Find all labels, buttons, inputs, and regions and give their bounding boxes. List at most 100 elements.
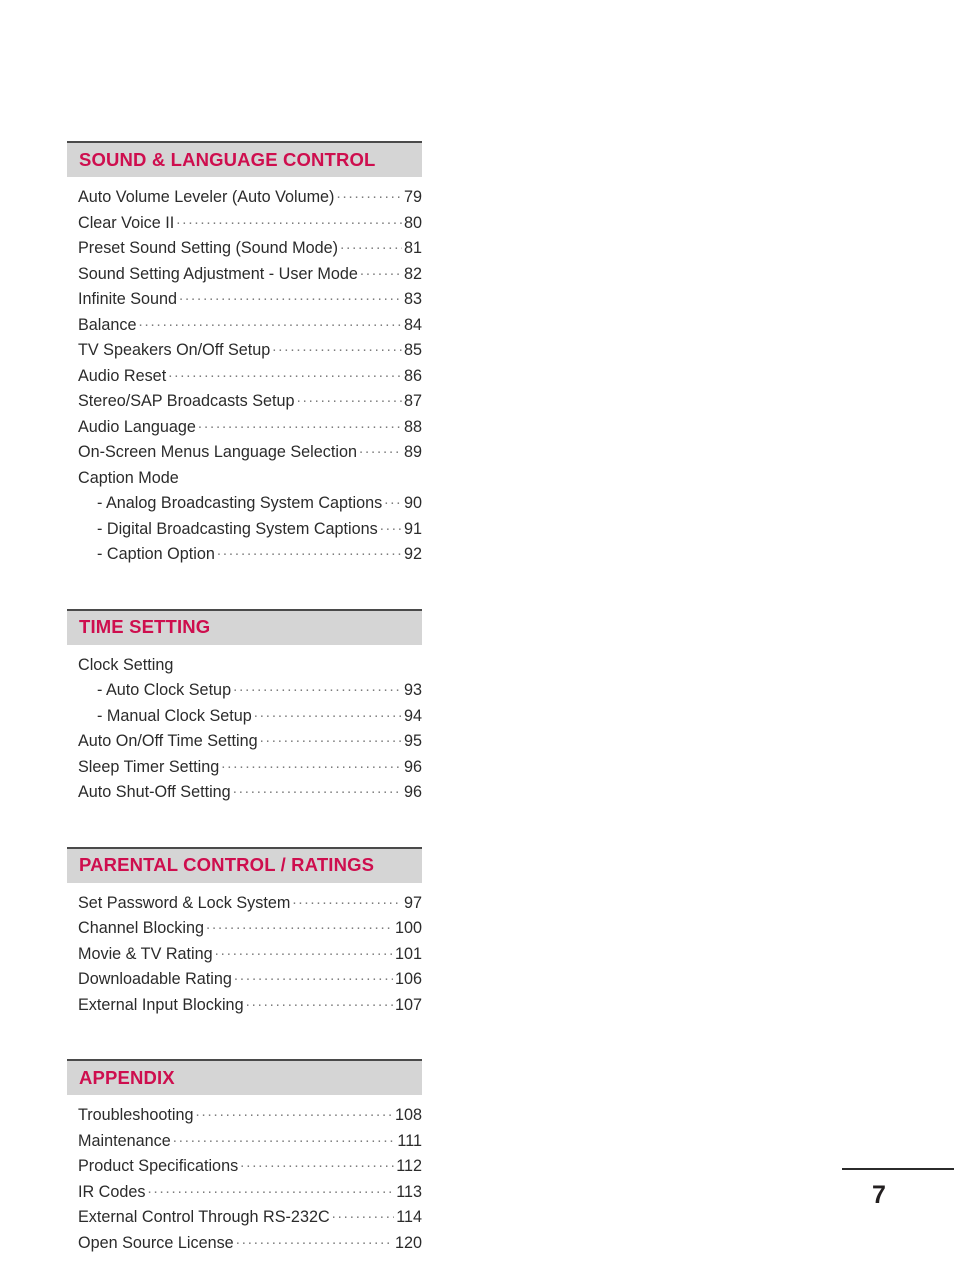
toc-entry-list: Troubleshooting 108 Maintenance 111 Product … (67, 1095, 422, 1257)
toc-entry[interactable]: Clock Setting (67, 654, 422, 680)
toc-dot-leader (179, 467, 422, 483)
toc-entry-page-number: 106 (394, 970, 422, 989)
toc-entry-label: IR Codes (78, 1182, 146, 1201)
toc-entry-label: Product Specifications (78, 1157, 239, 1176)
toc-entry-page-number: 112 (396, 1157, 422, 1176)
toc-entry[interactable]: Clear Voice II 80 (67, 212, 422, 238)
section-header: APPENDIX (67, 1061, 422, 1095)
toc-entry[interactable]: - Digital Broadcasting System Captions 91 (67, 518, 422, 544)
toc-entry[interactable]: Channel Blocking 100 (67, 917, 422, 943)
toc-entry-page-number: 114 (396, 1208, 422, 1227)
toc-entry-label: TV Speakers On/Off Setup (78, 341, 271, 360)
toc-entry-label: Auto Shut-Off Setting (78, 783, 231, 802)
section-header: PARENTAL CONTROL / RATINGS (67, 848, 422, 883)
toc-entry-label: - Auto Clock Setup (97, 681, 232, 700)
toc-entry-label: Maintenance (78, 1131, 171, 1150)
toc-entry-label: Clear Voice II (78, 213, 175, 232)
toc-dot-leader (221, 756, 402, 772)
toc-entry[interactable]: Set Password & Lock System 97 (67, 892, 422, 918)
toc-entry[interactable]: - Caption Option 92 (67, 543, 422, 569)
toc-entry[interactable]: On-Screen Menus Language Selection 89 (67, 441, 422, 467)
toc-entry-label: Auto On/Off Time Setting (78, 732, 258, 751)
toc-dot-leader (254, 705, 402, 721)
toc-dot-leader (332, 1206, 395, 1222)
toc-dot-leader (206, 917, 393, 933)
toc-dot-leader (272, 339, 402, 355)
toc-entry-list: Set Password & Lock System 97 Channel Bloc… (67, 883, 422, 1020)
page-footer: 7 (842, 1168, 954, 1208)
toc-section: SOUND & LANGUAGE CONTROL Auto Volume Leve… (67, 141, 422, 569)
toc-dot-leader (173, 1130, 396, 1146)
toc-entry[interactable]: Maintenance 111 (67, 1130, 422, 1156)
toc-dot-leader (336, 186, 402, 202)
toc-dot-leader (240, 1155, 394, 1171)
toc-entry-page-number: 96 (403, 783, 422, 802)
toc-entry[interactable]: Sound Setting Adjustment - User Mode 82 (67, 263, 422, 289)
toc-entry-label: Sound Setting Adjustment - User Mode (78, 264, 358, 283)
toc-entry[interactable]: - Auto Clock Setup 93 (67, 679, 422, 705)
toc-entry[interactable]: Auto On/Off Time Setting 95 (67, 730, 422, 756)
toc-entry-label: Infinite Sound (78, 290, 177, 309)
toc-entry-page-number: 87 (403, 392, 422, 411)
toc-entry[interactable]: Product Specifications 112 (67, 1155, 422, 1181)
toc-entry[interactable]: Caption Mode (67, 467, 422, 493)
toc-entry-label: Movie & TV Rating (78, 944, 213, 963)
toc-entry-page-number: 80 (403, 213, 422, 232)
toc-entry[interactable]: Troubleshooting 108 (67, 1104, 422, 1130)
toc-entry-label: - Manual Clock Setup (97, 706, 252, 725)
toc-entry[interactable]: Movie & TV Rating 101 (67, 943, 422, 969)
toc-dot-leader (384, 492, 402, 508)
toc-entry[interactable]: IR Codes 113 (67, 1181, 422, 1207)
toc-entry-label: External Control Through RS-232C (78, 1208, 330, 1227)
toc-entry-label: External Input Blocking (78, 995, 244, 1014)
toc-entry-page-number: 94 (403, 706, 422, 725)
toc-dot-leader (196, 1104, 393, 1120)
toc-dot-leader (147, 1181, 394, 1197)
toc-entry-page-number: 120 (394, 1233, 422, 1252)
toc-entry-list: Auto Volume Leveler (Auto Volume) 79 Clear… (67, 177, 422, 569)
toc-entry-page-number: 96 (403, 757, 422, 776)
toc-entry-label: - Caption Option (97, 545, 215, 564)
toc-dot-leader (173, 654, 422, 670)
toc-entry-page-number: 86 (403, 366, 422, 385)
toc-entry-page-number: 93 (403, 681, 422, 700)
toc-entry-page-number: 88 (403, 417, 422, 436)
toc-dot-leader (292, 892, 402, 908)
toc-entry[interactable]: Audio Language 88 (67, 416, 422, 442)
toc-dot-leader (176, 212, 402, 228)
toc-entry[interactable]: Open Source License 120 (67, 1232, 422, 1258)
toc-dot-leader (198, 416, 402, 432)
page-footer-rule (842, 1168, 954, 1170)
toc-entry[interactable]: Audio Reset 86 (67, 365, 422, 391)
toc-dot-leader (236, 1232, 393, 1248)
toc-entry[interactable]: Infinite Sound 83 (67, 288, 422, 314)
toc-entry[interactable]: Preset Sound Setting (Sound Mode) 81 (67, 237, 422, 263)
toc-dot-leader (215, 943, 393, 959)
toc-entry[interactable]: Downloadable Rating 106 (67, 968, 422, 994)
toc-entry[interactable]: - Manual Clock Setup 94 (67, 705, 422, 731)
toc-entry-label: Troubleshooting (78, 1106, 194, 1125)
table-of-contents: SOUND & LANGUAGE CONTROL Auto Volume Leve… (67, 141, 422, 1257)
toc-dot-leader (246, 994, 393, 1010)
toc-entry[interactable]: - Analog Broadcasting System Captions 90 (67, 492, 422, 518)
toc-entry-page-number: 111 (397, 1131, 422, 1150)
toc-entry[interactable]: Auto Shut-Off Setting 96 (67, 781, 422, 807)
toc-entry[interactable]: Auto Volume Leveler (Auto Volume) 79 (67, 186, 422, 212)
toc-entry[interactable]: Balance 84 (67, 314, 422, 340)
toc-entry[interactable]: TV Speakers On/Off Setup 85 (67, 339, 422, 365)
toc-entry[interactable]: External Input Blocking 107 (67, 994, 422, 1020)
toc-entry-page-number: 91 (403, 519, 422, 538)
toc-entry-label: Caption Mode (78, 468, 179, 487)
toc-entry[interactable]: Stereo/SAP Broadcasts Setup 87 (67, 390, 422, 416)
toc-entry-page-number: 89 (403, 443, 422, 462)
toc-entry-page-number: 79 (403, 188, 422, 207)
section-header: SOUND & LANGUAGE CONTROL (67, 143, 422, 177)
toc-entry-label: Balance (78, 315, 137, 334)
toc-dot-leader (168, 365, 402, 381)
page-number: 7 (872, 1181, 886, 1209)
toc-entry[interactable]: External Control Through RS-232C 114 (67, 1206, 422, 1232)
section-header: TIME SETTING (67, 610, 422, 645)
toc-entry-page-number: 82 (403, 264, 422, 283)
toc-entry-label: Audio Language (78, 417, 196, 436)
toc-entry[interactable]: Sleep Timer Setting 96 (67, 756, 422, 782)
